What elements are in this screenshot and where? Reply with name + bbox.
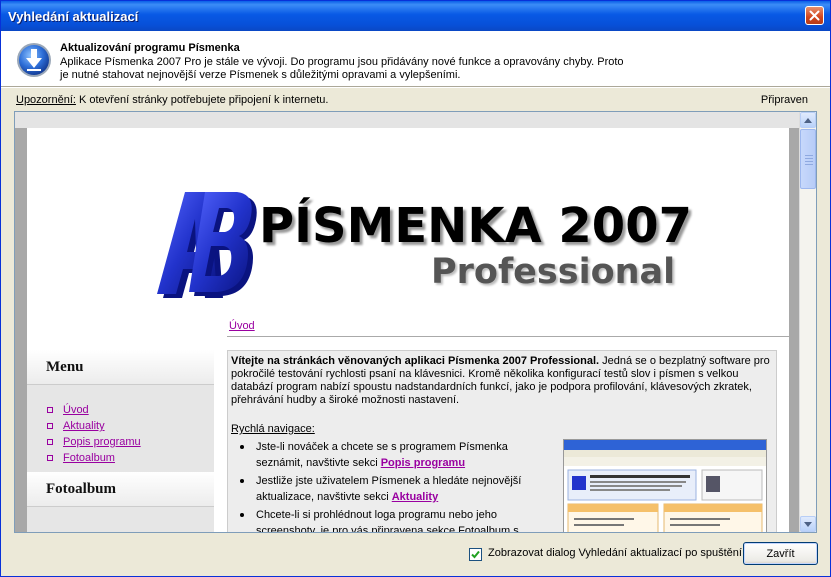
header-divider-highlight	[1, 87, 830, 88]
page-sidebar: Menu Úvod Aktuality Popis programu Fotoa…	[27, 350, 214, 532]
header-description: Aplikace Písmenka 2007 Pro je stále ve v…	[60, 56, 624, 81]
close-icon	[809, 10, 820, 21]
aktuality-link[interactable]: Aktuality	[392, 491, 438, 503]
logo-subtitle: Professional	[431, 252, 676, 292]
scroll-down-button[interactable]	[800, 516, 816, 532]
fotoalbum-heading-box: Fotoalbum	[27, 472, 214, 507]
arrow-down-icon	[804, 521, 812, 527]
popis-programu-link[interactable]: Popis programu	[381, 457, 465, 469]
menu-heading: Menu	[46, 359, 84, 375]
page-top-band	[15, 112, 801, 128]
internet-notice: Upozornění: K otevření stránky potřebuje…	[16, 94, 328, 106]
intro-paragraph: Vítejte na stránkách věnovaných aplikaci…	[231, 355, 771, 407]
side-menu-item-popis-programu[interactable]: Popis programu	[47, 434, 141, 450]
title-bar[interactable]: Vyhledání aktualizací	[1, 1, 830, 31]
logo-title: PÍSMENKA 2007	[259, 198, 692, 254]
notice-text: K otevření stránky potřebujete připojení…	[75, 94, 329, 106]
quick-nav-list: Jste-li nováček a chcete se s programem …	[234, 439, 534, 532]
dialog-header: Aktualizování programu Písmenka Aplikace…	[1, 31, 830, 86]
arrow-up-icon	[804, 117, 812, 123]
close-button[interactable]: Zavřít	[743, 542, 818, 565]
header-title: Aktualizování programu Písmenka	[60, 42, 240, 54]
ab-logo	[157, 192, 257, 298]
checkmark-icon	[471, 550, 480, 559]
side-menu-item-aktuality[interactable]: Aktuality	[47, 418, 141, 434]
breadcrumb-link[interactable]: Úvod	[229, 320, 255, 332]
update-dialog: Vyhledání aktualizací Aktualizování prog…	[0, 0, 831, 577]
scroll-up-button[interactable]	[800, 112, 816, 128]
show-dialog-checkbox-label[interactable]: Zobrazovat dialog Vyhledání aktualizací …	[488, 547, 742, 559]
menu-heading-box: Menu	[27, 350, 214, 385]
web-browser-view[interactable]: PÍSMENKA 2007 Professional Úvod Menu Úvo…	[14, 111, 817, 533]
side-menu-item-uvod[interactable]: Úvod	[47, 402, 141, 418]
quick-nav-title: Rychlá navigace:	[231, 423, 315, 435]
breadcrumb-divider	[227, 336, 789, 337]
window-close-button[interactable]	[805, 6, 824, 25]
notice-label: Upozornění:	[16, 94, 76, 106]
bullet-icon	[47, 407, 53, 413]
window-title: Vyhledání aktualizací	[8, 9, 139, 24]
status-text: Připraven	[760, 94, 808, 106]
page-content: Vítejte na stránkách věnovaných aplikaci…	[227, 350, 777, 532]
list-item: Chcete-li si prohlédnout loga programu n…	[234, 507, 534, 532]
list-item: Jste-li nováček a chcete se s programem …	[234, 439, 534, 471]
list-item: Jestliže jste uživatelem Písmenek a hled…	[234, 473, 534, 505]
side-menu: Úvod Aktuality Popis programu Fotoalbum	[47, 402, 141, 466]
program-screenshot-thumbnail[interactable]	[563, 439, 767, 532]
intro-bold: Vítejte na stránkách věnovaných aplikaci…	[231, 355, 600, 367]
fotoalbum-heading: Fotoalbum	[46, 481, 117, 497]
show-dialog-checkbox[interactable]	[469, 548, 482, 561]
scroll-thumb[interactable]	[800, 129, 816, 189]
side-menu-item-fotoalbum[interactable]: Fotoalbum	[47, 450, 141, 466]
update-download-icon	[17, 43, 51, 77]
screenshot-image	[564, 440, 766, 532]
vertical-scrollbar[interactable]	[799, 112, 816, 532]
bullet-icon	[47, 439, 53, 445]
bullet-icon	[47, 423, 53, 429]
web-page: PÍSMENKA 2007 Professional Úvod Menu Úvo…	[27, 128, 789, 532]
bullet-icon	[47, 455, 53, 461]
